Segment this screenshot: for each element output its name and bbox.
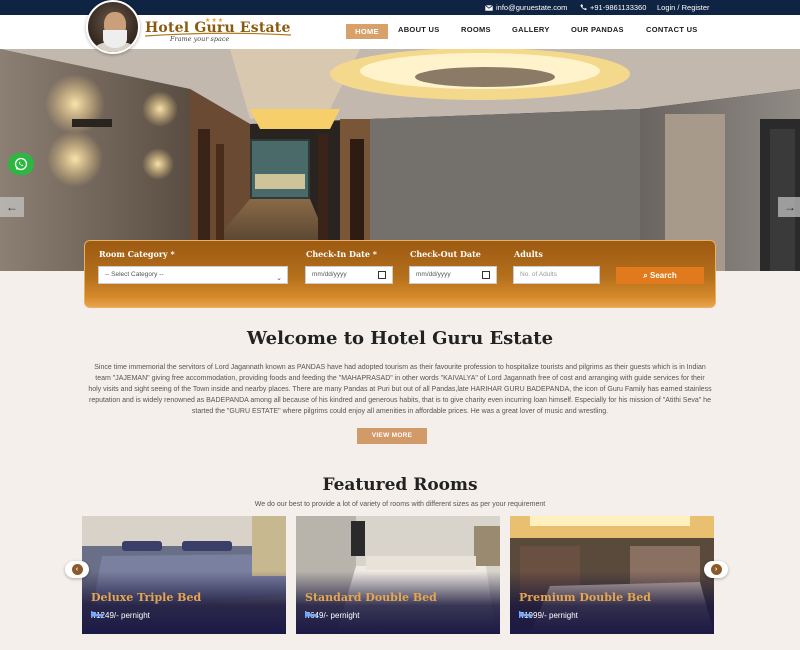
nav-rooms[interactable]: ROOMS <box>461 25 491 34</box>
hero-slider: ← → <box>0 49 800 271</box>
search-button[interactable]: ⌕ Search <box>616 267 704 284</box>
welcome-title: Welcome to Hotel Guru Estate <box>246 328 554 349</box>
welcome-text: Since time immemorial the servitors of L… <box>88 364 712 415</box>
nav-home[interactable]: HOME <box>346 24 388 39</box>
bed-icon <box>305 611 317 618</box>
nav-gallery[interactable]: GALLERY <box>512 25 550 34</box>
email-link[interactable]: info@guruestate.com <box>485 3 567 12</box>
hero-next-arrow-icon[interactable]: → <box>778 197 800 217</box>
phone-icon <box>580 4 587 11</box>
room-price: ₹649/- pernight <box>305 611 360 620</box>
rooms-prev-button[interactable]: ‹ <box>65 561 89 578</box>
room-card-premium-double[interactable]: Premium Double Bed ₹1999/- pernight <box>510 516 714 634</box>
whatsapp-icon[interactable] <box>8 153 34 175</box>
adults-input[interactable]: No. of Adults <box>513 266 600 284</box>
view-more-button[interactable]: VIEW MORE <box>357 428 427 444</box>
bed-icon <box>91 611 103 618</box>
checkout-value: mm/dd/yyyy <box>416 271 451 278</box>
adults-label: Adults <box>514 249 543 259</box>
room-category-select[interactable]: -- Select Category -- ⌄ <box>98 266 288 284</box>
room-card-deluxe-triple[interactable]: Deluxe Triple Bed ₹1249/- pernight <box>82 516 286 634</box>
room-category-value: -- Select Category -- <box>105 271 164 278</box>
email-text: info@guruestate.com <box>496 3 568 12</box>
rooms-next-button[interactable]: › <box>704 561 728 578</box>
room-card-standard-double[interactable]: Standard Double Bed ₹649/- pernight <box>296 516 500 634</box>
nav-about-us[interactable]: ABOUT US <box>398 25 440 34</box>
room-name: Standard Double Bed <box>305 591 437 604</box>
adults-placeholder: No. of Adults <box>520 271 557 278</box>
room-price: ₹1999/- pernight <box>519 611 578 620</box>
chevron-down-icon: ⌄ <box>276 275 282 282</box>
room-category-label: Room Category * <box>99 249 175 259</box>
search-button-label: Search <box>650 271 677 280</box>
calendar-icon <box>482 271 490 279</box>
mail-icon <box>485 4 493 11</box>
brand-name[interactable]: Hotel Guru Estate <box>145 20 291 36</box>
logo-image[interactable] <box>86 0 140 54</box>
checkout-label: Check-Out Date <box>410 249 481 259</box>
checkin-date-input[interactable]: mm/dd/yyyy <box>305 266 393 284</box>
featured-rooms-subtitle: We do our best to provide a lot of varie… <box>254 501 546 508</box>
login-text: Login / Register <box>657 3 710 12</box>
chevron-right-icon: › <box>710 564 722 575</box>
calendar-icon <box>378 271 386 279</box>
room-name: Deluxe Triple Bed <box>91 591 202 604</box>
search-icon: ⌕ <box>643 271 648 280</box>
bed-icon <box>519 611 531 618</box>
chevron-left-icon: ‹ <box>71 564 83 575</box>
checkout-date-input[interactable]: mm/dd/yyyy <box>409 266 497 284</box>
hero-image <box>0 49 800 271</box>
room-name: Premium Double Bed <box>519 591 651 604</box>
booking-search-panel: Room Category * -- Select Category -- ⌄ … <box>84 240 716 308</box>
nav-contact-us[interactable]: CONTACT US <box>646 25 698 34</box>
checkin-value: mm/dd/yyyy <box>312 271 347 278</box>
brand-tagline: Frame your space <box>170 35 230 43</box>
nav-our-pandas[interactable]: OUR PANDAS <box>571 25 624 34</box>
hero-prev-arrow-icon[interactable]: ← <box>0 197 24 217</box>
room-price: ₹1249/- pernight <box>91 611 150 620</box>
phone-link[interactable]: +91-9861133360 <box>580 3 646 12</box>
checkin-label: Check-In Date * <box>306 249 377 259</box>
phone-text: +91-9861133360 <box>590 3 647 12</box>
login-register-link[interactable]: Login / Register <box>657 3 710 12</box>
featured-rooms-title: Featured Rooms <box>322 475 478 495</box>
